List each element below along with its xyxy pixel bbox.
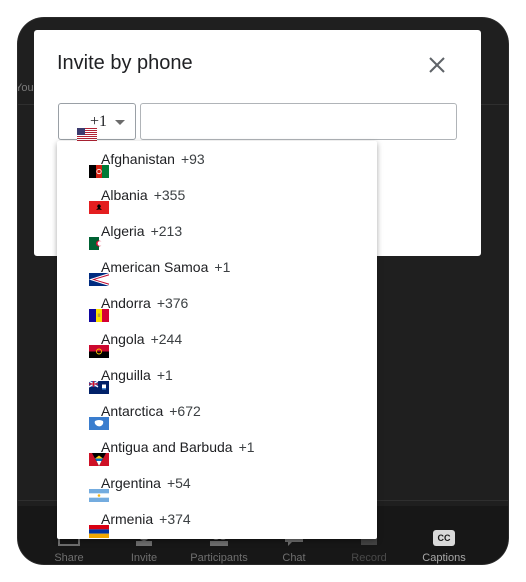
country-dial-code: +376 xyxy=(156,295,189,311)
close-icon xyxy=(424,57,450,82)
anguilla-flag-icon xyxy=(73,369,109,394)
country-option-afghanistan[interactable]: Afghanistan +93 xyxy=(57,141,377,178)
selected-country-code: +1 xyxy=(90,113,108,130)
country-dial-code: +374 xyxy=(159,511,191,527)
country-dial-code: +93 xyxy=(180,151,205,167)
close-button[interactable] xyxy=(424,52,450,78)
country-dial-code: +1 xyxy=(214,259,231,275)
us-flag-icon xyxy=(68,116,97,141)
country-dial-code: +1 xyxy=(156,367,173,383)
toolbar-label: Record xyxy=(351,552,387,564)
algeria-flag-icon xyxy=(73,225,109,250)
country-code-select[interactable]: +1 xyxy=(58,103,136,141)
afghanistan-flag-icon xyxy=(73,153,109,178)
toolbar-label: Share xyxy=(54,552,84,564)
country-option-argentina[interactable]: Argentina +54 xyxy=(57,465,377,502)
toolbar-label: Participants xyxy=(190,552,248,564)
country-option-armenia[interactable]: Armenia +374 xyxy=(57,501,377,538)
country-name: Argentina xyxy=(101,475,161,491)
country-dial-code: +244 xyxy=(150,331,183,347)
country-option-antigua-and-barbuda[interactable]: Antigua and Barbuda +1 xyxy=(57,429,377,466)
country-name: Andorra xyxy=(101,295,151,311)
country-option-algeria[interactable]: Algeria +213 xyxy=(57,213,377,250)
country-name: Afghanistan xyxy=(101,151,175,167)
toolbar-label: Invite xyxy=(130,552,158,564)
country-dial-code: +1 xyxy=(238,439,255,455)
toolbar-captions-button[interactable]: CC Captions xyxy=(409,530,479,564)
angola-flag-icon xyxy=(73,333,109,358)
country-name: Anguilla xyxy=(101,367,151,383)
cc-icon: CC xyxy=(433,530,455,546)
chevron-down-icon xyxy=(115,120,125,125)
argentina-flag-icon xyxy=(73,477,109,502)
country-name: Algeria xyxy=(101,223,145,239)
albania-flag-icon xyxy=(73,189,109,214)
country-option-antarctica[interactable]: Antarctica +672 xyxy=(57,393,377,430)
antigua-flag-icon xyxy=(73,441,109,466)
background-participant-label: You xyxy=(18,82,34,94)
armenia-flag-icon xyxy=(73,513,109,538)
country-dial-code: +54 xyxy=(166,475,191,491)
country-dropdown-list: Afghanistan +93 Albania +355 Algeria +213 A… xyxy=(57,141,377,539)
country-dial-code: +213 xyxy=(150,223,183,239)
toolbar-label: Chat xyxy=(282,552,306,564)
country-name: Albania xyxy=(101,187,148,203)
phone-number-input[interactable] xyxy=(140,103,457,140)
dialog-title: Invite by phone xyxy=(57,52,193,74)
andorra-flag-icon xyxy=(73,297,109,322)
country-option-angola[interactable]: Angola +244 xyxy=(57,321,377,358)
country-name: Antarctica xyxy=(101,403,164,419)
country-option-andorra[interactable]: Andorra +376 xyxy=(57,285,377,322)
country-option-american-samoa[interactable]: American Samoa +1 xyxy=(57,249,377,286)
country-dial-code: +672 xyxy=(169,403,201,419)
country-name: Angola xyxy=(101,331,145,347)
country-name: Armenia xyxy=(101,511,154,527)
country-name: Antigua and Barbuda xyxy=(101,439,233,455)
country-dial-code: +355 xyxy=(153,187,186,203)
country-option-albania[interactable]: Albania +355 xyxy=(57,177,377,214)
american-samoa-flag-icon xyxy=(73,261,109,286)
toolbar-label: Captions xyxy=(422,552,466,564)
country-name: American Samoa xyxy=(101,259,209,275)
antarctica-flag-icon xyxy=(73,405,109,430)
country-option-anguilla[interactable]: Anguilla +1 xyxy=(57,357,377,394)
